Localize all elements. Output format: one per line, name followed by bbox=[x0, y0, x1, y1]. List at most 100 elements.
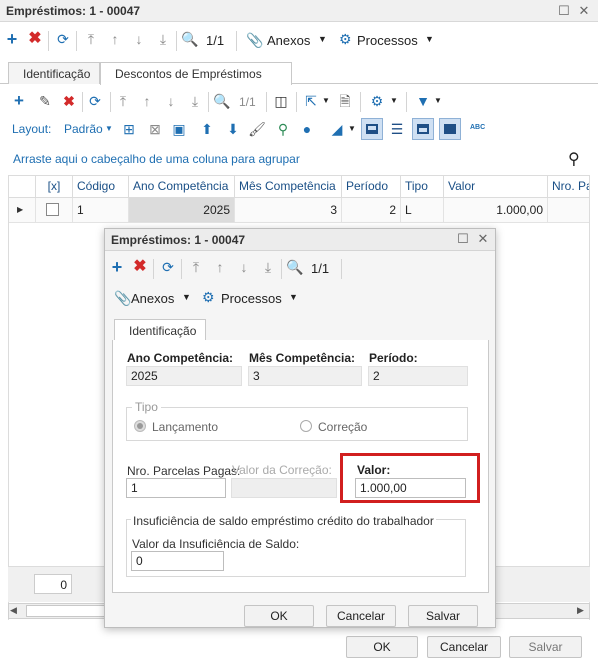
layout-select[interactable]: Padrão bbox=[64, 122, 103, 136]
last-record-icon[interactable]: ⤓ bbox=[259, 258, 277, 276]
pin-icon[interactable]: ⚲ bbox=[274, 120, 292, 138]
periodo-field: 2 bbox=[368, 366, 468, 386]
chevron-down-icon[interactable]: ▼ bbox=[322, 96, 330, 105]
main-save-button[interactable]: Salvar bbox=[509, 636, 582, 658]
scroll-left-icon[interactable]: ◀ bbox=[10, 605, 17, 616]
page-indicator: 1/1 bbox=[311, 261, 330, 276]
dialog-cancel-button[interactable]: Cancelar bbox=[326, 605, 396, 627]
previous-record-icon[interactable]: ↑ bbox=[138, 92, 156, 110]
row-ano[interactable]: 2025 bbox=[129, 198, 235, 222]
search-icon[interactable]: 🔍 bbox=[213, 92, 231, 110]
download-icon[interactable]: ⬇ bbox=[224, 120, 242, 138]
chevron-down-icon[interactable]: ▼ bbox=[425, 34, 434, 44]
grid-header-select[interactable]: [x] bbox=[36, 176, 73, 197]
main-ok-button[interactable]: OK bbox=[346, 636, 418, 658]
document-icon[interactable]: 🗎 bbox=[336, 92, 354, 110]
layout-label: Layout: bbox=[12, 122, 52, 136]
previous-record-icon[interactable]: ↑ bbox=[106, 30, 124, 48]
delete-icon[interactable]: ✖ bbox=[60, 92, 78, 110]
grid-header-mes-label: Mês Competência bbox=[239, 179, 336, 193]
export-icon[interactable]: ⇱ bbox=[302, 92, 320, 110]
search-icon[interactable]: 🔍 bbox=[181, 30, 199, 48]
next-record-icon[interactable]: ↓ bbox=[130, 30, 148, 48]
save-layout-icon[interactable]: ▣ bbox=[170, 120, 188, 138]
paperclip-icon: 📎 bbox=[246, 32, 264, 48]
page-indicator: 1/1 bbox=[206, 33, 225, 48]
add-icon[interactable]: + bbox=[3, 30, 21, 48]
close-icon[interactable]: ✕ bbox=[576, 3, 592, 19]
valor-input[interactable]: 1.000,00 bbox=[355, 478, 466, 498]
gear-icon: ⚙ bbox=[339, 31, 352, 47]
parcelas-input[interactable]: 1 bbox=[126, 478, 226, 498]
next-record-icon[interactable]: ↓ bbox=[235, 258, 253, 276]
delete-icon[interactable]: ✖ bbox=[26, 30, 44, 48]
chevron-down-icon[interactable]: ▼ bbox=[434, 96, 442, 105]
separator bbox=[281, 259, 282, 279]
refresh-icon[interactable]: ⟳ bbox=[86, 92, 104, 110]
processos-menu[interactable]: Processos bbox=[221, 291, 282, 306]
group-panel[interactable]: Arraste aqui o cabeçalho de uma coluna p… bbox=[8, 146, 590, 172]
refresh-icon[interactable]: ⟳ bbox=[159, 258, 177, 276]
page-indicator: 1/1 bbox=[239, 95, 256, 109]
grid-header-codigo[interactable]: Código bbox=[73, 176, 129, 197]
processos-menu[interactable]: Processos bbox=[357, 33, 418, 48]
chevron-down-icon[interactable]: ▼ bbox=[390, 96, 398, 105]
abc-icon[interactable]: ABC bbox=[470, 124, 485, 131]
first-record-icon[interactable]: ⤒ bbox=[187, 258, 205, 276]
search-icon[interactable]: ⚲ bbox=[568, 149, 580, 169]
first-record-icon[interactable]: ⤒ bbox=[82, 30, 100, 48]
previous-record-icon[interactable]: ↑ bbox=[211, 258, 229, 276]
delete-icon[interactable]: ✖ bbox=[131, 258, 149, 276]
grid-header-periodo[interactable]: Período bbox=[342, 176, 401, 197]
add-icon[interactable]: + bbox=[10, 92, 28, 110]
grid-header-nro[interactable]: Nro. Pa bbox=[548, 176, 590, 197]
brush-icon[interactable]: 🖌 bbox=[248, 120, 266, 138]
upload-icon[interactable]: ⬆ bbox=[198, 120, 216, 138]
scrollbar-thumb[interactable] bbox=[26, 605, 106, 617]
grid-header-ano[interactable]: Ano Competência bbox=[129, 176, 235, 197]
first-record-icon[interactable]: ⤒ bbox=[114, 92, 132, 110]
chevron-down-icon[interactable]: ▼ bbox=[105, 124, 113, 133]
chevron-down-icon[interactable]: ▼ bbox=[289, 292, 298, 302]
restore-icon[interactable]: ☐ bbox=[455, 231, 471, 247]
search-icon[interactable]: 🔍 bbox=[286, 258, 304, 276]
dialog-ok-button[interactable]: OK bbox=[244, 605, 314, 627]
tab-identificacao[interactable]: Identificação bbox=[8, 62, 100, 84]
close-icon[interactable]: ✕ bbox=[475, 231, 491, 247]
row-checkbox[interactable] bbox=[46, 203, 59, 216]
anexos-menu[interactable]: Anexos bbox=[131, 291, 174, 306]
radio-correcao[interactable] bbox=[300, 420, 312, 432]
new-layout-icon[interactable]: ⊞ bbox=[120, 120, 138, 138]
shapes-icon[interactable]: ● bbox=[298, 120, 316, 138]
chevron-down-icon[interactable]: ▼ bbox=[318, 34, 327, 44]
filter-icon[interactable]: ▼ bbox=[414, 92, 432, 110]
tab-descontos[interactable]: Descontos de Empréstimos bbox=[100, 62, 292, 85]
chevron-down-icon[interactable]: ▼ bbox=[182, 292, 191, 302]
grid-count: 0 bbox=[34, 574, 72, 594]
rows-icon[interactable]: ☰ bbox=[388, 120, 406, 138]
grid-header-mes[interactable]: Mês Competência ▲ bbox=[235, 176, 342, 206]
tab-identificacao[interactable]: Identificação bbox=[114, 319, 206, 341]
columns-icon[interactable]: ◫ bbox=[272, 92, 290, 110]
restore-icon[interactable]: ☐ bbox=[556, 3, 572, 19]
insuficiencia-input[interactable]: 0 bbox=[131, 551, 224, 571]
last-record-icon[interactable]: ⤓ bbox=[186, 92, 204, 110]
gear-icon[interactable]: ⚙ bbox=[368, 92, 386, 110]
valor-label: Valor: bbox=[357, 463, 391, 477]
last-record-icon[interactable]: ⤓ bbox=[154, 30, 172, 48]
next-record-icon[interactable]: ↓ bbox=[162, 92, 180, 110]
delete-layout-icon[interactable]: ⊠ bbox=[146, 120, 164, 138]
chart-icon[interactable]: ◢ bbox=[328, 120, 346, 138]
refresh-icon[interactable]: ⟳ bbox=[54, 30, 72, 48]
main-cancel-button[interactable]: Cancelar bbox=[427, 636, 501, 658]
anexos-menu[interactable]: Anexos bbox=[267, 33, 310, 48]
grid-header-tipo[interactable]: Tipo bbox=[401, 176, 444, 197]
add-icon[interactable]: + bbox=[108, 258, 126, 276]
dialog-save-button[interactable]: Salvar bbox=[408, 605, 478, 627]
ano-label: Ano Competência: bbox=[127, 351, 234, 365]
edit-icon[interactable]: ✎ bbox=[36, 92, 54, 110]
grid-right-border bbox=[589, 175, 590, 620]
chevron-down-icon[interactable]: ▼ bbox=[348, 124, 356, 133]
grid-header-valor[interactable]: Valor bbox=[444, 176, 548, 197]
scroll-right-icon[interactable]: ▶ bbox=[577, 605, 584, 616]
